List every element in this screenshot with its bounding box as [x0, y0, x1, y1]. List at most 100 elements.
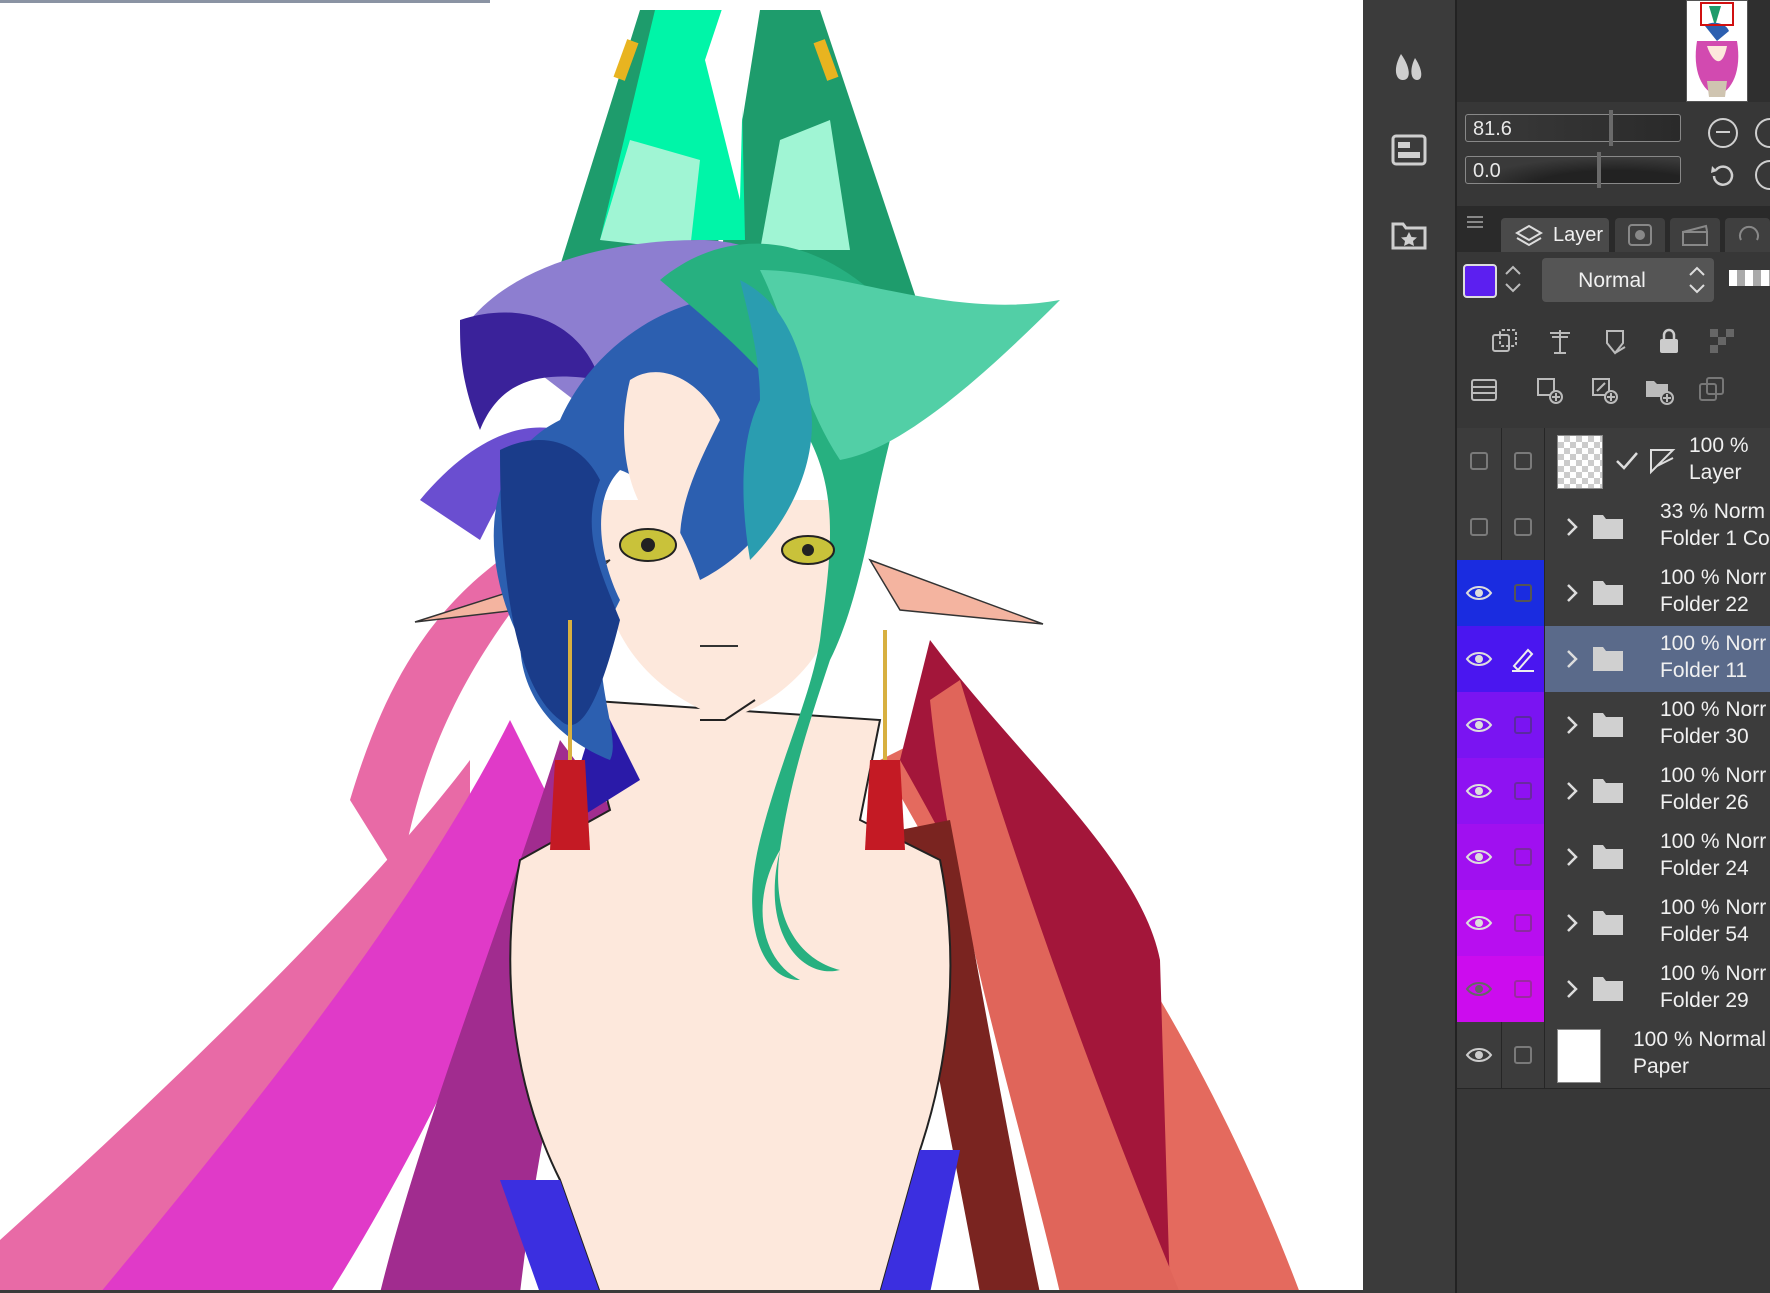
layer-row[interactable]: 100 % Norr Folder 22: [1457, 560, 1770, 627]
panel-menu-icon[interactable]: [1467, 214, 1483, 235]
visibility-toggle[interactable]: [1457, 428, 1502, 494]
navigator: [1457, 0, 1770, 102]
new-folder-icon[interactable]: [1644, 375, 1674, 405]
chevron-right-icon[interactable]: [1565, 582, 1579, 604]
tab-layer[interactable]: Layer: [1501, 218, 1609, 252]
visibility-toggle[interactable]: [1457, 692, 1502, 758]
layer-panel: 81.6 0.0 Layer Normal 100 % Layer 33 % N…: [1457, 0, 1770, 1293]
layer-row[interactable]: 33 % Norm Folder 1 Co: [1457, 494, 1770, 561]
visibility-toggle[interactable]: [1457, 956, 1502, 1022]
lock-layer-icon[interactable]: [1654, 326, 1684, 356]
layer-opacity-mode: 100 % Norr: [1660, 632, 1767, 655]
layer-row-selected[interactable]: 100 % Norr Folder 11: [1457, 626, 1770, 693]
edit-target-toggle[interactable]: [1501, 824, 1545, 890]
new-raster-layer-icon[interactable]: [1534, 375, 1564, 405]
edit-target-toggle[interactable]: [1501, 494, 1545, 560]
layer-list-menu-icon[interactable]: [1469, 375, 1499, 405]
folder-icon: [1593, 647, 1623, 671]
visibility-toggle[interactable]: [1457, 758, 1502, 824]
layer-row[interactable]: 100 % Norr Folder 30: [1457, 692, 1770, 759]
visibility-toggle[interactable]: [1457, 494, 1502, 560]
layer-name: Folder 11: [1660, 659, 1748, 682]
folder-icon: [1593, 977, 1623, 1001]
lock-transparent-pixels-icon[interactable]: [1707, 326, 1737, 356]
layer-name: Folder 22: [1660, 593, 1749, 616]
layer-create-toolbar: [1457, 367, 1770, 413]
reset-rotation-icon[interactable]: [1708, 160, 1738, 190]
layer-name: Folder 54: [1660, 923, 1749, 946]
drops-icon[interactable]: [1387, 44, 1431, 88]
folder-icon: [1593, 713, 1623, 737]
chevron-right-icon[interactable]: [1565, 648, 1579, 670]
new-vector-layer-icon[interactable]: [1589, 375, 1619, 405]
tab-history[interactable]: [1725, 218, 1770, 252]
layer-row[interactable]: 100 % Norr Folder 24: [1457, 824, 1770, 891]
visibility-toggle[interactable]: [1457, 626, 1502, 692]
tab-layer-property[interactable]: [1615, 218, 1665, 252]
opacity-slider[interactable]: [1729, 270, 1770, 286]
folder-icon: [1593, 581, 1623, 605]
visibility-toggle[interactable]: [1457, 890, 1502, 956]
tab-animation[interactable]: [1670, 218, 1720, 252]
eye-icon: [1465, 586, 1493, 600]
edit-target-toggle[interactable]: [1501, 428, 1545, 494]
blend-mode-select[interactable]: Normal: [1542, 258, 1714, 302]
material-favorites-icon[interactable]: [1387, 212, 1431, 256]
layers-icon: [1515, 224, 1543, 247]
navigator-thumbnail[interactable]: [1686, 0, 1748, 102]
paper-thumbnail: [1557, 1029, 1601, 1083]
edit-target-toggle[interactable]: [1501, 560, 1545, 626]
folder-icon: [1593, 845, 1623, 869]
layer-row[interactable]: 100 % Norr Folder 29: [1457, 956, 1770, 1023]
edit-target-toggle[interactable]: [1501, 956, 1545, 1022]
clip-to-layer-below-icon[interactable]: [1490, 326, 1520, 356]
layer-opacity-mode: 100 % Norr: [1660, 962, 1767, 985]
layer-controls: Normal: [1457, 252, 1770, 310]
eye-icon: [1465, 916, 1493, 930]
layer-row[interactable]: 100 % Layer: [1457, 428, 1770, 495]
layer-color-swatch[interactable]: [1463, 264, 1497, 298]
eye-icon: [1465, 850, 1493, 864]
chevron-updown-icon: [1689, 266, 1705, 294]
edit-target-toggle[interactable]: [1501, 1022, 1545, 1088]
duplicate-layer-icon[interactable]: [1697, 375, 1727, 405]
chevron-right-icon[interactable]: [1565, 978, 1579, 1000]
drawing-canvas[interactable]: [0, 0, 1363, 1293]
layer-name: Folder 24: [1660, 857, 1749, 880]
reference-layer-icon[interactable]: [1545, 326, 1575, 356]
layer-name: Folder 1 Co: [1660, 527, 1770, 550]
layer-row[interactable]: 100 % Norr Folder 26: [1457, 758, 1770, 825]
artwork: [0, 0, 1300, 1293]
chevron-right-icon[interactable]: [1565, 780, 1579, 802]
layer-opacity-mode: 100 % Normal: [1633, 1028, 1767, 1051]
edit-target-toggle[interactable]: [1501, 626, 1545, 692]
layer-opacity-mode: 100 % Norr: [1660, 566, 1767, 589]
folder-icon: [1593, 515, 1623, 539]
visibility-toggle[interactable]: [1457, 1022, 1502, 1088]
tab-layer-label: Layer: [1553, 224, 1604, 246]
visibility-toggle[interactable]: [1457, 560, 1502, 626]
color-stepper-icon[interactable]: [1503, 262, 1523, 301]
layer-opacity-mode: 100 % Norr: [1660, 764, 1767, 787]
layer-row-paper[interactable]: 100 % Normal Paper: [1457, 1022, 1770, 1089]
layer-opacity-mode: 33 % Norm: [1660, 500, 1766, 523]
layer-name: Folder 30: [1660, 725, 1749, 748]
eye-icon: [1465, 718, 1493, 732]
folder-icon: [1593, 911, 1623, 935]
blend-mode-value: Normal: [1578, 269, 1646, 292]
zoom-out-button[interactable]: [1708, 118, 1738, 148]
visibility-toggle[interactable]: [1457, 824, 1502, 890]
rotate-value: 0.0: [1473, 160, 1501, 182]
check-icon: [1616, 452, 1638, 470]
layer-property-icon[interactable]: [1387, 128, 1431, 172]
chevron-right-icon[interactable]: [1565, 912, 1579, 934]
draft-layer-icon[interactable]: [1600, 326, 1630, 356]
edit-target-toggle[interactable]: [1501, 692, 1545, 758]
layer-opacity-mode: 100 % Norr: [1660, 698, 1767, 721]
edit-target-toggle[interactable]: [1501, 758, 1545, 824]
layer-row[interactable]: 100 % Norr Folder 54: [1457, 890, 1770, 957]
chevron-right-icon[interactable]: [1565, 714, 1579, 736]
chevron-right-icon[interactable]: [1565, 516, 1579, 538]
chevron-right-icon[interactable]: [1565, 846, 1579, 868]
edit-target-toggle[interactable]: [1501, 890, 1545, 956]
